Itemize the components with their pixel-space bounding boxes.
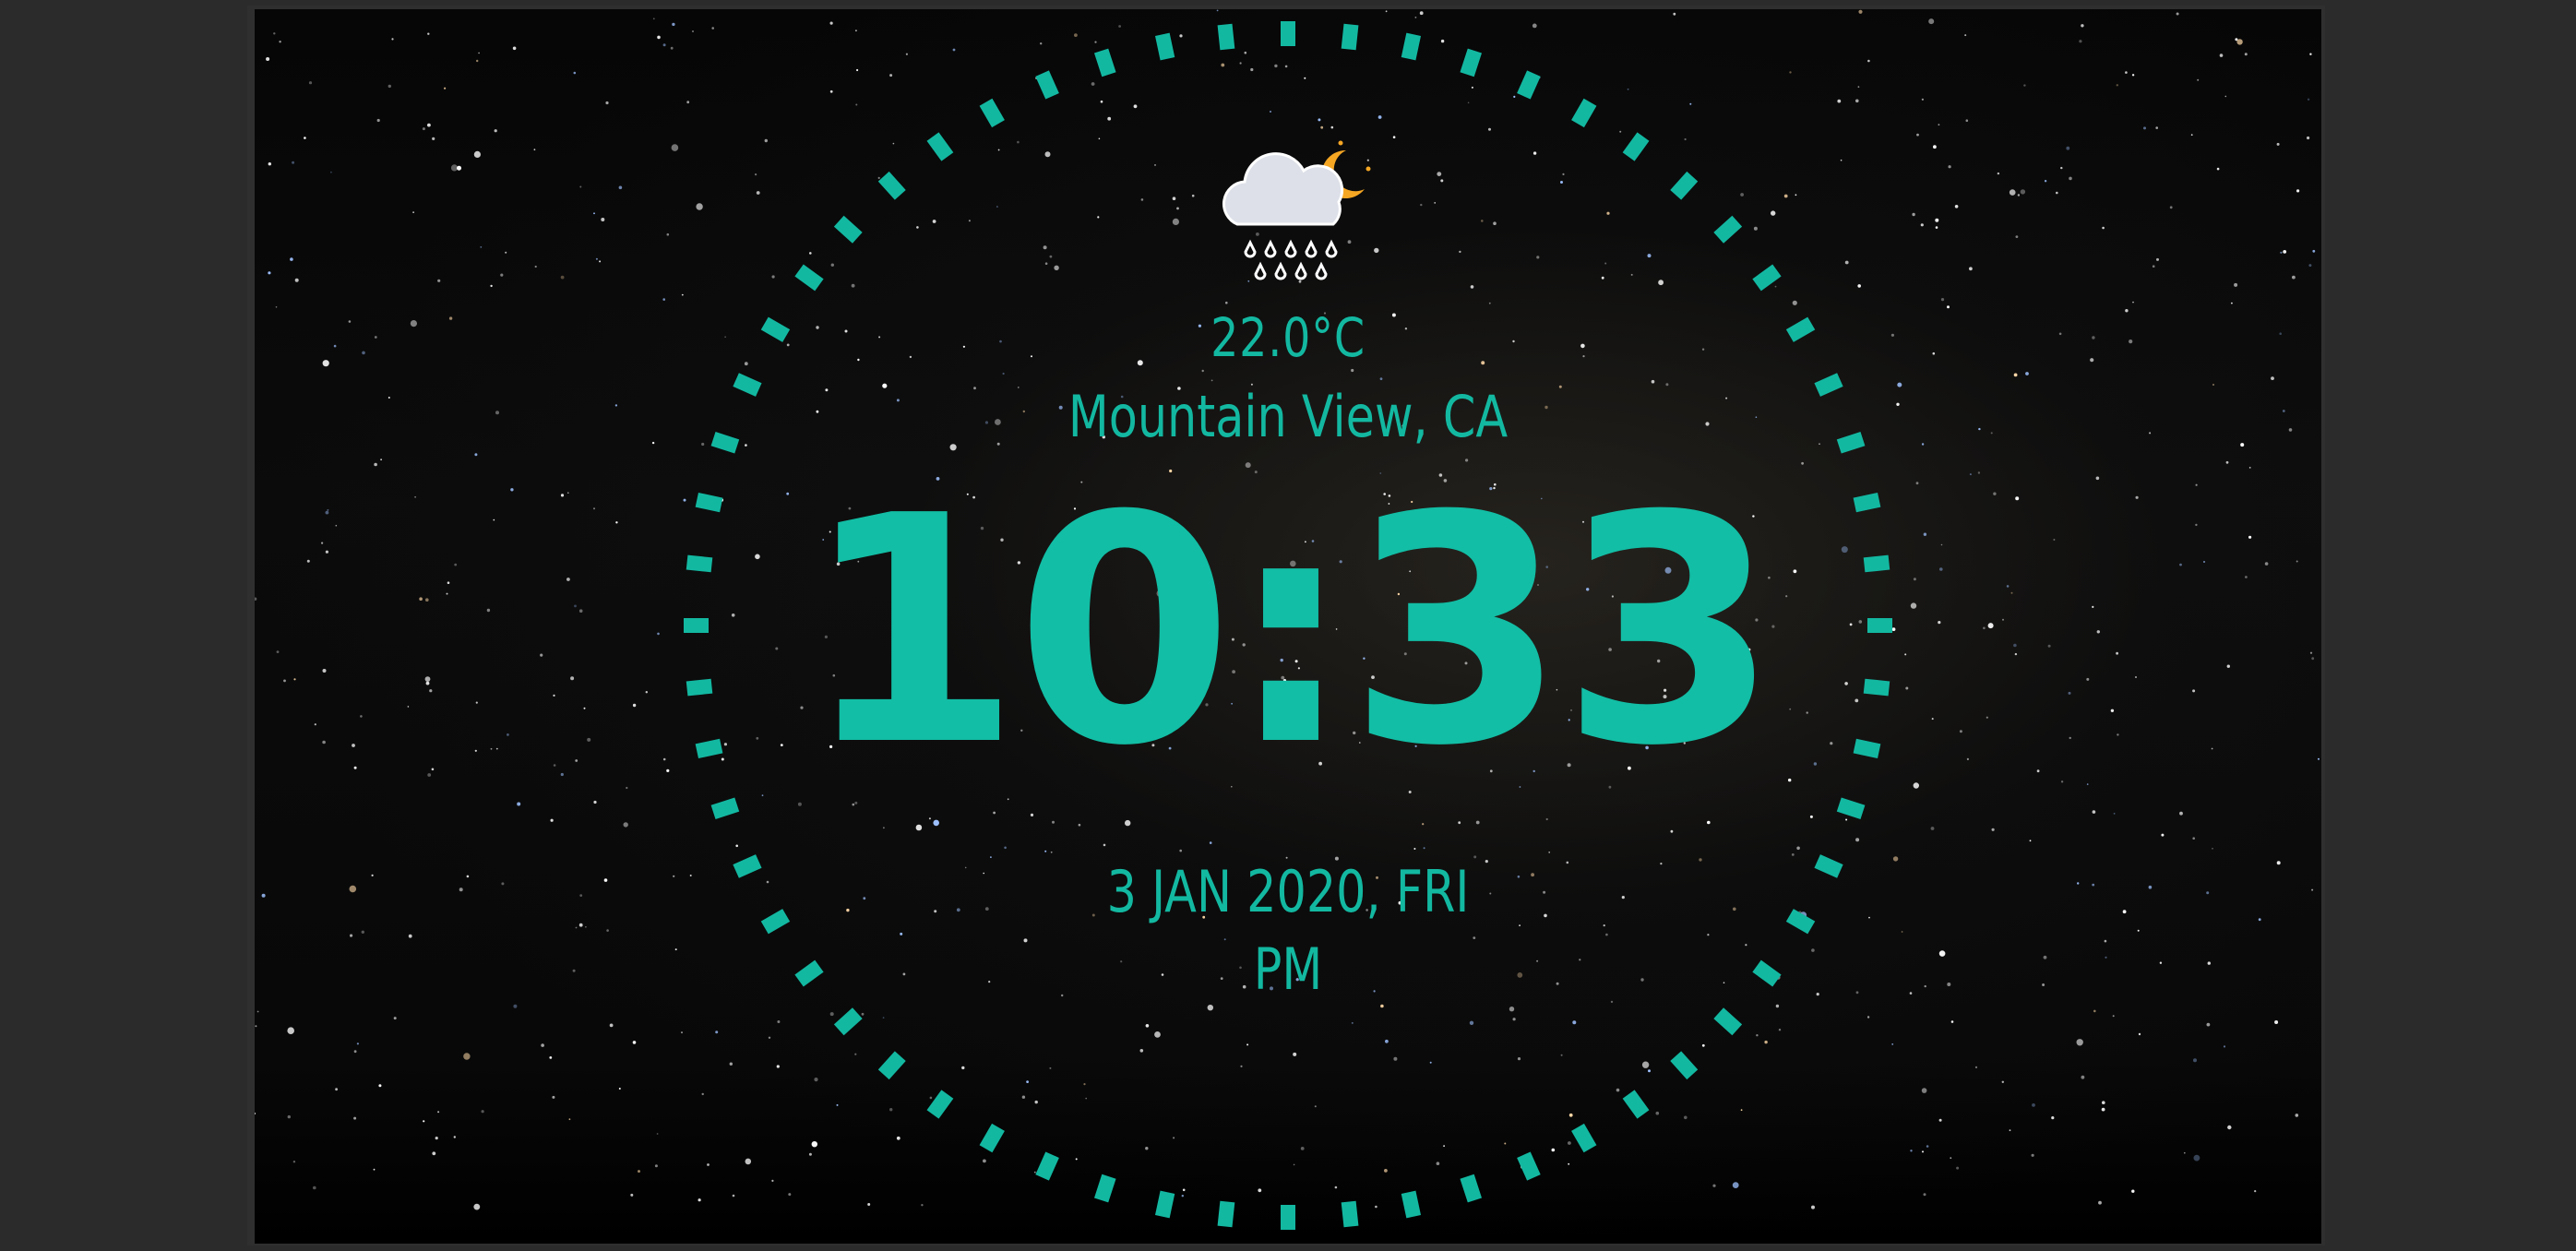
minute-tick <box>833 215 863 244</box>
minute-tick <box>1517 1151 1541 1181</box>
minute-tick <box>1713 1007 1743 1036</box>
night-rain-icon <box>1222 140 1371 280</box>
minute-tick <box>877 171 906 200</box>
minute-tick <box>1571 1123 1597 1153</box>
minute-tick <box>1752 264 1782 292</box>
minute-tick <box>926 1090 954 1119</box>
location-label: Mountain View, CA <box>1067 383 1509 450</box>
minute-tick <box>926 132 954 161</box>
minute-tick <box>1713 215 1743 244</box>
minute-tick <box>833 1007 863 1036</box>
minute-tick <box>794 264 824 292</box>
minute-tick <box>1341 23 1359 51</box>
minute-tick <box>979 98 1005 128</box>
temperature-label: 22.0°C <box>1210 306 1366 369</box>
minute-tick <box>1836 797 1866 820</box>
minute-tick <box>1622 1090 1650 1119</box>
minute-tick <box>1093 1174 1116 1203</box>
minute-tick <box>1217 23 1235 51</box>
minute-tick <box>1670 1051 1699 1080</box>
clock-time: 10:33 <box>802 449 1779 815</box>
minute-tick <box>877 1051 906 1080</box>
minute-tick <box>1517 70 1541 100</box>
minute-tick <box>1093 48 1116 77</box>
meridiem-label: PM <box>1253 935 1323 1003</box>
minute-tick <box>1217 1200 1235 1228</box>
minute-tick <box>1401 32 1422 61</box>
minute-tick <box>710 797 740 820</box>
minute-tick <box>1154 32 1175 61</box>
minute-tick <box>1035 1151 1059 1181</box>
minute-tick <box>1035 70 1059 100</box>
minute-tick <box>979 1123 1005 1153</box>
minute-tick <box>1571 98 1597 128</box>
date-label: 3 JAN 2020, FRI <box>1106 858 1470 925</box>
minute-tick <box>1401 1190 1422 1219</box>
minute-tick <box>1460 1174 1483 1203</box>
minute-tick <box>1622 132 1650 161</box>
clock-screen: 22.0°C Mountain View, CA 10:33 3 JAN 202… <box>255 9 2321 1244</box>
minute-tick <box>1154 1190 1175 1219</box>
minute-tick <box>1341 1200 1359 1228</box>
minute-tick <box>1670 171 1699 200</box>
minute-tick <box>1460 48 1483 77</box>
